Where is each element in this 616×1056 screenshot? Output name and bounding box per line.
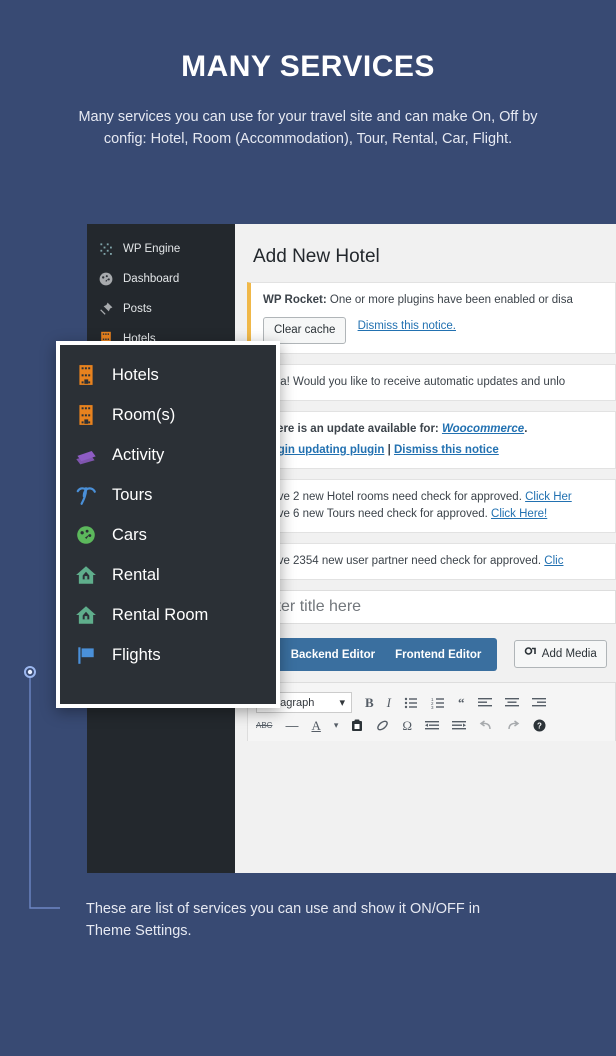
notice-wp-rocket: WP Rocket: One or more plugins have been…: [247, 282, 616, 354]
backend-editor-button[interactable]: Backend Editor: [291, 649, 375, 661]
update-text: There is an update available for:: [263, 423, 442, 435]
svg-text:?: ?: [537, 722, 542, 731]
clear-cache-button[interactable]: Clear cache: [263, 317, 346, 344]
strikethrough-button[interactable]: ABC: [256, 722, 272, 730]
caption-text: These are list of services you can use a…: [86, 898, 516, 942]
add-media-label: Add Media: [542, 648, 597, 660]
sidebar-item-label: WP Engine: [123, 243, 180, 255]
dismiss-notice-link[interactable]: Dismiss this notice.: [358, 320, 456, 332]
sidebar-item-label: Dashboard: [123, 273, 179, 285]
gauge-icon: [98, 271, 114, 287]
approve-rooms-link[interactable]: Click Her: [525, 491, 572, 503]
hero-section: MANY SERVICES Many services you can use …: [0, 0, 616, 150]
popup-item-label: Rental: [112, 566, 160, 585]
bulleted-list-button[interactable]: [404, 697, 418, 709]
redo-button[interactable]: [506, 720, 520, 732]
approve-users-text: Have 2354 new user partner need check fo…: [263, 555, 544, 567]
align-right-button[interactable]: [532, 697, 546, 709]
gauge-icon: [74, 523, 98, 547]
bold-button[interactable]: B: [365, 696, 374, 709]
woocommerce-link[interactable]: Woocommerce: [442, 423, 524, 435]
sidebar-item-posts[interactable]: Posts: [87, 294, 235, 324]
approve-rooms-text: Have 2 new Hotel rooms need check for ap…: [263, 491, 525, 503]
building-icon: [74, 403, 98, 427]
text-color-button[interactable]: A: [311, 719, 320, 732]
approve-users-link[interactable]: Clic: [544, 555, 563, 567]
popup-item-hotels[interactable]: Hotels: [60, 355, 276, 395]
services-popup-menu[interactable]: Hotels Room(s) Activity Tours Cars Rental Rent…: [56, 341, 280, 708]
post-title-input[interactable]: Enter title here: [247, 590, 616, 624]
approve-tours-link[interactable]: Click Here!: [491, 508, 547, 520]
notice-user-partner: Have 2354 new user partner need check fo…: [247, 543, 616, 580]
dismiss-update-notice-link[interactable]: Dismiss this notice: [394, 444, 499, 456]
chevron-down-icon: ▾: [339, 696, 345, 709]
special-character-button[interactable]: Ω: [402, 719, 412, 732]
notice-hola: Hola! Would you like to receive automati…: [247, 364, 616, 401]
text-color-chevron-icon[interactable]: ▾: [334, 721, 339, 730]
help-button[interactable]: ?: [533, 719, 546, 732]
popup-item-label: Room(s): [112, 406, 175, 425]
wp-admin-main: Add New Hotel WP Rocket: One or more plu…: [235, 224, 616, 873]
clear-formatting-button[interactable]: [376, 719, 389, 732]
popup-item-label: Cars: [112, 526, 147, 545]
popup-item-rental[interactable]: Rental: [60, 555, 276, 595]
add-media-button[interactable]: Add Media: [514, 640, 607, 668]
update-text-end: .: [524, 423, 527, 435]
sidebar-item-dashboard[interactable]: Dashboard: [87, 264, 235, 294]
frontend-editor-button[interactable]: Frontend Editor: [395, 649, 481, 661]
pin-icon: [98, 301, 114, 317]
approve-tours-text: Have 6 new Tours need check for approved…: [263, 508, 491, 520]
admin-page-title: Add New Hotel: [235, 224, 616, 282]
blockquote-button[interactable]: “: [458, 696, 465, 709]
notice-rocket-text: One or more plugins have been enabled or…: [327, 294, 573, 306]
paste-as-text-button[interactable]: [351, 719, 363, 732]
editor-toolbar[interactable]: Paragraph ▾ B I 123 “: [247, 682, 616, 741]
wpengine-icon: [98, 241, 114, 257]
popup-item-activity[interactable]: Activity: [60, 435, 276, 475]
notice-separator: |: [384, 444, 394, 456]
popup-item-cars[interactable]: Cars: [60, 515, 276, 555]
notice-plugin-update: There is an update available for: Woocom…: [247, 411, 616, 469]
begin-updating-plugin-link[interactable]: Begin updating plugin: [263, 444, 384, 456]
editor-toolbar-row-2: ABC — A ▾ Ω: [256, 716, 607, 735]
horizontal-rule-button[interactable]: —: [285, 719, 298, 732]
popup-item-label: Rental Room: [112, 606, 208, 625]
notice-approvals: Have 2 new Hotel rooms need check for ap…: [247, 479, 616, 533]
outdent-button[interactable]: [425, 720, 439, 732]
editor-switch-bar[interactable]: ♥ Backend Editor Frontend Editor: [247, 638, 497, 671]
editor-toolbar-row-1: Paragraph ▾ B I 123 “: [256, 689, 607, 716]
indent-button[interactable]: [452, 720, 466, 732]
undo-button[interactable]: [479, 720, 493, 732]
popup-item-tours[interactable]: Tours: [60, 475, 276, 515]
notice-rocket-prefix: WP Rocket:: [263, 294, 327, 306]
popup-item-rental-room[interactable]: Rental Room: [60, 595, 276, 635]
home-icon: [74, 563, 98, 587]
media-icon: [524, 646, 537, 662]
numbered-list-button[interactable]: 123: [431, 697, 445, 709]
popup-item-flights[interactable]: Flights: [60, 635, 276, 675]
home-icon: [74, 603, 98, 627]
sidebar-item-label: Posts: [123, 303, 152, 315]
align-center-button[interactable]: [505, 697, 519, 709]
page-title: MANY SERVICES: [0, 50, 616, 84]
popup-item-label: Hotels: [112, 366, 159, 385]
svg-text:3: 3: [431, 705, 434, 709]
align-left-button[interactable]: [478, 697, 492, 709]
hero-subtitle: Many services you can use for your trave…: [0, 106, 616, 150]
popup-item-room-s[interactable]: Room(s): [60, 395, 276, 435]
italic-button[interactable]: I: [387, 696, 391, 709]
building-icon: [74, 363, 98, 387]
popup-item-label: Activity: [112, 446, 164, 465]
tickets-icon: [74, 443, 98, 467]
flag-icon: [74, 643, 98, 667]
palm-tree-icon: [74, 483, 98, 507]
popup-item-label: Tours: [112, 486, 152, 505]
notice-hola-text: Hola! Would you like to receive automati…: [263, 376, 565, 388]
popup-item-label: Flights: [112, 646, 161, 665]
sidebar-item-wp-engine[interactable]: WP Engine: [87, 234, 235, 264]
